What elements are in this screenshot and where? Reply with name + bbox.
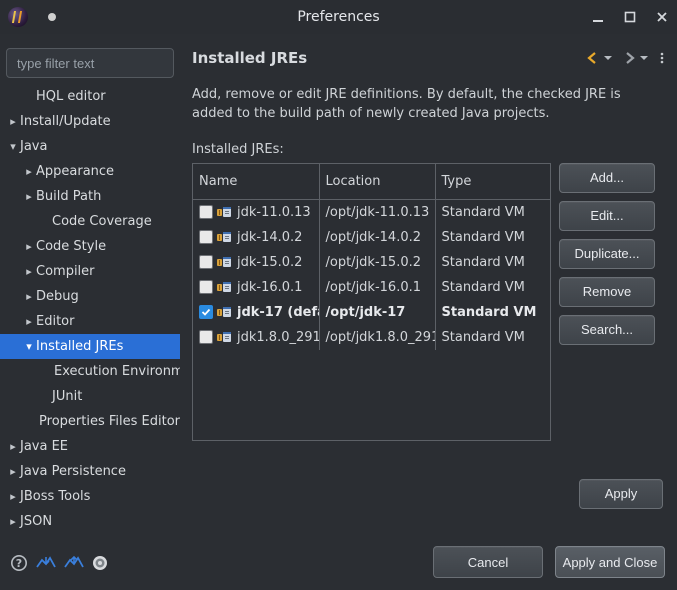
tree-item-build-path[interactable]: ▸Build Path xyxy=(0,184,180,209)
jre-name: jdk-16.0.1 xyxy=(237,280,302,295)
tree-item-junit[interactable]: JUnit xyxy=(0,384,180,409)
modified-indicator-icon xyxy=(48,13,56,21)
table-row[interactable]: jdk1.8.0_291/opt/jdk1.8.0_291Standard VM xyxy=(193,325,551,350)
jre-checkbox[interactable] xyxy=(199,255,213,269)
jre-icon xyxy=(217,306,233,318)
nav-back-button[interactable] xyxy=(585,51,601,65)
jre-type: Standard VM xyxy=(435,300,551,325)
tree-item-installed-jres[interactable]: ▾Installed JREs xyxy=(0,334,180,359)
view-menu-icon[interactable] xyxy=(659,51,665,65)
jre-location: /opt/jdk-11.0.13 xyxy=(319,200,435,225)
table-header-row: Name Location Type xyxy=(193,164,551,200)
nav-forward-menu[interactable] xyxy=(639,51,649,65)
maximize-button[interactable] xyxy=(623,10,637,24)
apply-and-close-button[interactable]: Apply and Close xyxy=(555,546,665,578)
tree-item-hql-editor[interactable]: HQL editor xyxy=(0,84,180,109)
edit-button[interactable]: Edit... xyxy=(559,201,655,231)
tree-item-install-update[interactable]: ▸Install/Update xyxy=(0,109,180,134)
jre-icon xyxy=(217,281,233,293)
table-row[interactable]: jdk-14.0.2/opt/jdk-14.0.2Standard VM xyxy=(193,225,551,250)
svg-text:?: ? xyxy=(16,557,22,570)
jre-location: /opt/jdk-16.0.1 xyxy=(319,275,435,300)
titlebar: Preferences xyxy=(0,0,677,34)
jre-checkbox[interactable] xyxy=(199,305,213,319)
import-icon[interactable] xyxy=(36,555,56,571)
tree-item-java[interactable]: ▾Java xyxy=(0,134,180,159)
col-type[interactable]: Type xyxy=(435,164,551,200)
jre-type: Standard VM xyxy=(435,250,551,275)
apply-button[interactable]: Apply xyxy=(579,479,663,509)
jre-location: /opt/jdk1.8.0_291 xyxy=(319,325,435,350)
jre-location: /opt/jdk-15.0.2 xyxy=(319,250,435,275)
jre-type: Standard VM xyxy=(435,325,551,350)
tree-item-execution-environments[interactable]: Execution Environments xyxy=(0,359,180,384)
add-button[interactable]: Add... xyxy=(559,163,655,193)
duplicate-button[interactable]: Duplicate... xyxy=(559,239,655,269)
filter-input[interactable] xyxy=(6,48,174,78)
eclipse-icon xyxy=(8,7,28,27)
cancel-button[interactable]: Cancel xyxy=(433,546,543,578)
tree-item-appearance[interactable]: ▸Appearance xyxy=(0,159,180,184)
col-location[interactable]: Location xyxy=(319,164,435,200)
jre-type: Standard VM xyxy=(435,275,551,300)
preferences-tree[interactable]: HQL editor ▸Install/Update ▾Java ▸Appear… xyxy=(0,82,180,546)
tree-item-json[interactable]: ▸JSON xyxy=(0,509,180,534)
jre-type: Standard VM xyxy=(435,225,551,250)
jre-name: jdk-15.0.2 xyxy=(237,255,302,270)
jre-checkbox[interactable] xyxy=(199,230,213,244)
tree-item-editor[interactable]: ▸Editor xyxy=(0,309,180,334)
minimize-button[interactable] xyxy=(591,10,605,24)
export-icon[interactable] xyxy=(64,555,84,571)
jre-checkbox[interactable] xyxy=(199,330,213,344)
close-button[interactable] xyxy=(655,10,669,24)
jre-table[interactable]: Name Location Type jdk-11.0.13/opt/jdk-1… xyxy=(192,163,551,441)
section-label: Installed JREs: xyxy=(192,142,665,157)
table-row[interactable]: jdk-17 (default)/opt/jdk-17Standard VM xyxy=(193,300,551,325)
help-icon[interactable]: ? xyxy=(10,554,28,572)
jre-location: /opt/jdk-17 xyxy=(319,300,435,325)
nav-forward-button[interactable] xyxy=(621,51,637,65)
remove-button[interactable]: Remove xyxy=(559,277,655,307)
jre-icon xyxy=(217,331,233,343)
tree-item-java-ee[interactable]: ▸Java EE xyxy=(0,434,180,459)
tree-item-properties-files-editor[interactable]: Properties Files Editor xyxy=(0,409,180,434)
nav-back-menu[interactable] xyxy=(603,51,613,65)
table-row[interactable]: jdk-15.0.2/opt/jdk-15.0.2Standard VM xyxy=(193,250,551,275)
jre-name: jdk-11.0.13 xyxy=(237,205,311,220)
tree-item-code-coverage[interactable]: Code Coverage xyxy=(0,209,180,234)
panel-title: Installed JREs xyxy=(192,49,307,67)
jre-name: jdk1.8.0_291 xyxy=(237,330,319,345)
dialog-body: HQL editor ▸Install/Update ▾Java ▸Appear… xyxy=(0,34,677,590)
table-row[interactable]: jdk-16.0.1/opt/jdk-16.0.1Standard VM xyxy=(193,275,551,300)
tree-item-jboss-tools[interactable]: ▸JBoss Tools xyxy=(0,484,180,509)
jre-checkbox[interactable] xyxy=(199,205,213,219)
tree-item-code-style[interactable]: ▸Code Style xyxy=(0,234,180,259)
jre-checkbox[interactable] xyxy=(199,280,213,294)
oomph-icon[interactable] xyxy=(92,555,108,571)
jre-icon xyxy=(217,231,233,243)
sidebar: HQL editor ▸Install/Update ▾Java ▸Appear… xyxy=(0,34,180,590)
jre-icon xyxy=(217,256,233,268)
col-name[interactable]: Name xyxy=(193,164,319,200)
jre-icon xyxy=(217,206,233,218)
panel-description: Add, remove or edit JRE definitions. By … xyxy=(192,86,652,124)
panel: Installed JREs Add, remove or edit JRE d… xyxy=(180,34,677,590)
tree-item-compiler[interactable]: ▸Compiler xyxy=(0,259,180,284)
jre-name: jdk-14.0.2 xyxy=(237,230,302,245)
search-button[interactable]: Search... xyxy=(559,315,655,345)
tree-item-java-persistence[interactable]: ▸Java Persistence xyxy=(0,459,180,484)
jre-name: jdk-17 (default) xyxy=(237,305,319,320)
window-title: Preferences xyxy=(0,9,677,25)
tree-item-debug[interactable]: ▸Debug xyxy=(0,284,180,309)
jre-type: Standard VM xyxy=(435,200,551,225)
table-row[interactable]: jdk-11.0.13/opt/jdk-11.0.13Standard VM xyxy=(193,200,551,225)
jre-location: /opt/jdk-14.0.2 xyxy=(319,225,435,250)
